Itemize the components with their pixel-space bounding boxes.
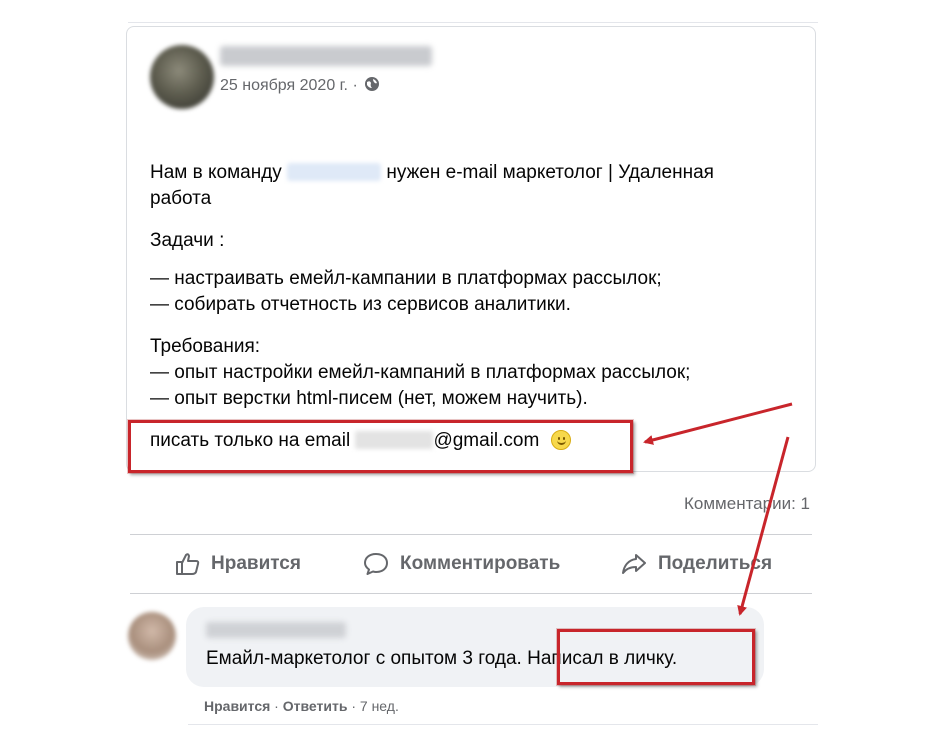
annotation-arrows (643, 402, 793, 616)
arrow-to-email (643, 402, 793, 445)
arrow-to-comment (737, 436, 790, 616)
